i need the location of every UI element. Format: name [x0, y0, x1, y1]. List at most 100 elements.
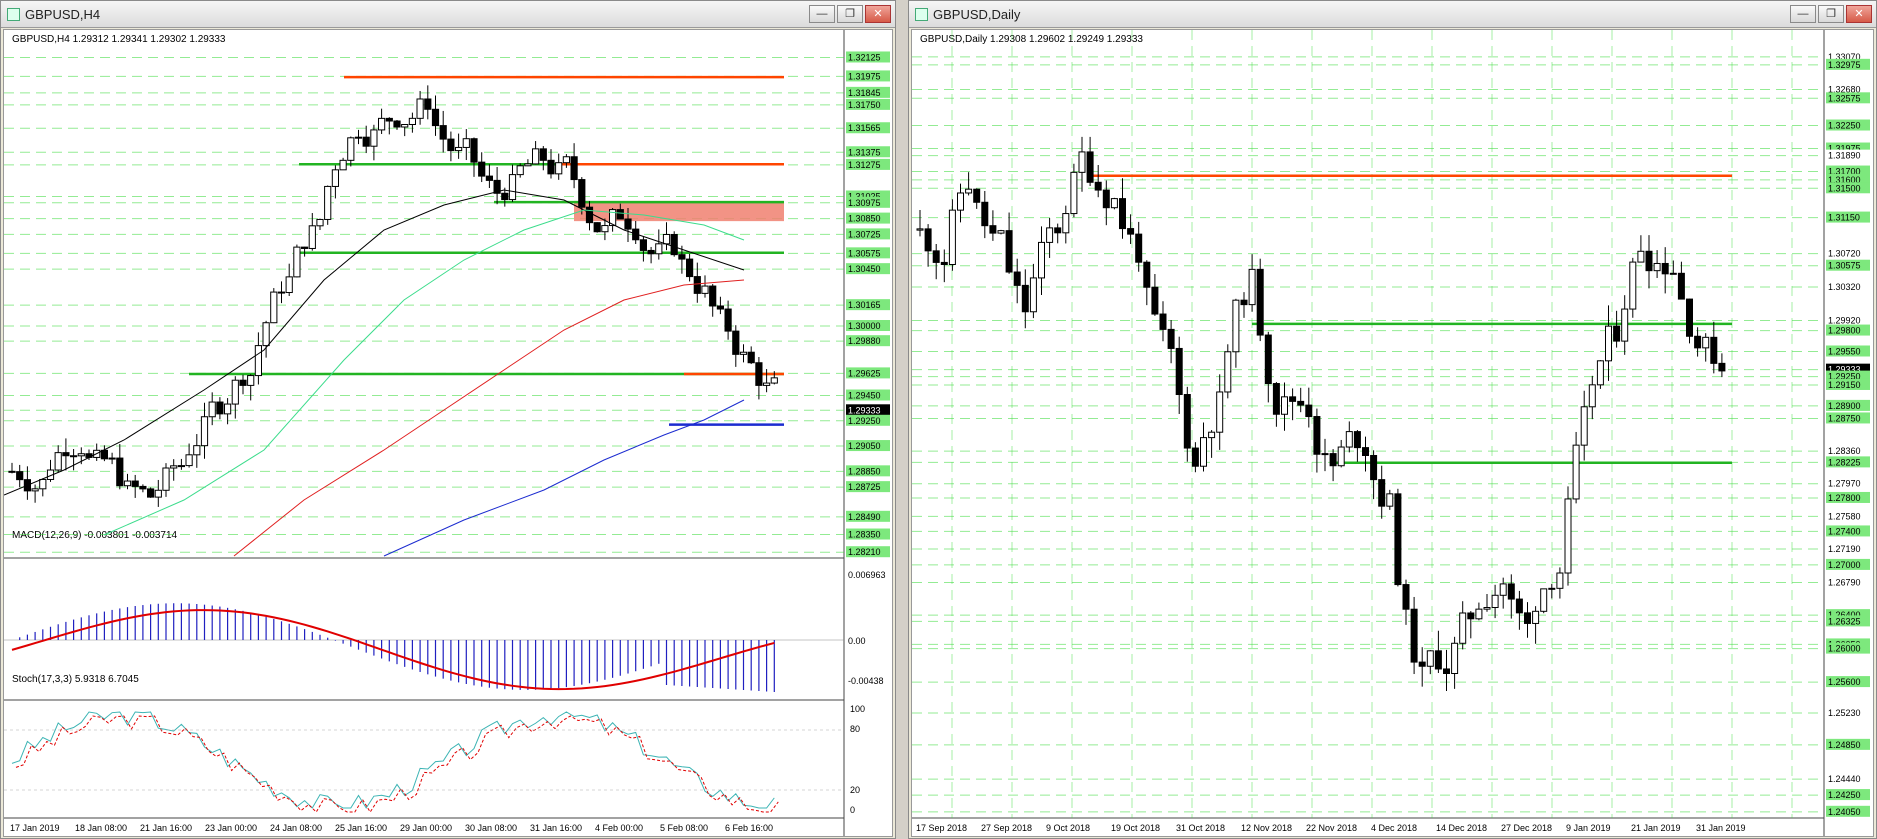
- candle-body: [1532, 610, 1540, 624]
- candle-body: [924, 228, 932, 252]
- time-axis-label: 17 Sep 2018: [916, 823, 967, 833]
- candle-body: [455, 146, 463, 152]
- macd-axis-label: 0.00: [848, 636, 866, 646]
- price-axis-label: 1.29050: [848, 441, 881, 451]
- candle-body: [116, 457, 124, 487]
- price-axis-label: 1.29920: [1828, 316, 1861, 326]
- candle-body: [662, 233, 671, 245]
- price-axis-label: 1.24850: [1828, 740, 1861, 750]
- candle-body: [1337, 446, 1345, 467]
- candle-body: [347, 137, 355, 161]
- candle-body: [308, 225, 316, 249]
- candle-body: [639, 239, 647, 251]
- h4-chart-svg[interactable]: GBPUSD,H4 1.29312 1.29341 1.29302 1.2933…: [3, 30, 892, 836]
- candle-body: [732, 330, 740, 355]
- time-axis-label: 17 Jan 2019: [10, 823, 60, 833]
- time-axis-label: 14 Dec 2018: [1436, 823, 1487, 833]
- candle-body: [470, 138, 478, 163]
- price-axis-label: 1.28360: [1828, 446, 1861, 456]
- h4-window-titlebar[interactable]: GBPUSD,H4 — ❐ ✕: [1, 1, 895, 28]
- candle-body: [401, 123, 409, 128]
- candle-body: [270, 291, 278, 324]
- candle-body: [1200, 437, 1207, 467]
- time-axis-label: 4 Feb 00:00: [595, 823, 643, 833]
- minimize-button[interactable]: —: [1790, 5, 1816, 23]
- close-button[interactable]: ✕: [865, 5, 891, 23]
- daily-chart-window[interactable]: GBPUSD,Daily — ❐ ✕ GBPUSD,Daily 1.29308 …: [908, 0, 1877, 839]
- price-axis-label: 1.27580: [1828, 511, 1861, 521]
- candle-body: [601, 225, 609, 233]
- price-axis-label: 1.29150: [1828, 380, 1861, 390]
- candle-body: [516, 165, 524, 176]
- candle-body: [1321, 453, 1329, 456]
- candle-body: [1005, 230, 1013, 273]
- h4-chart-window[interactable]: GBPUSD,H4 — ❐ ✕ GBPUSD,H4 1.29312 1.2934…: [0, 0, 896, 839]
- candle-body: [670, 233, 678, 256]
- candle-body: [647, 249, 655, 255]
- price-axis-label: 1.29550: [1828, 346, 1861, 356]
- candle-body: [678, 254, 686, 260]
- candle-body: [624, 218, 632, 230]
- stoch-header: Stoch(17,3,3) 5.9318 6.7045: [12, 674, 139, 685]
- price-axis-label: 1.32575: [1828, 93, 1861, 103]
- candle-body: [532, 148, 540, 165]
- candle-body: [408, 117, 416, 125]
- candle-body: [54, 452, 62, 471]
- candle-body: [1370, 455, 1378, 481]
- candle-body: [1353, 431, 1361, 449]
- close-button[interactable]: ✕: [1846, 5, 1872, 23]
- stoch-axis-label: 80: [850, 724, 860, 734]
- price-axis-label: 1.30320: [1828, 282, 1861, 292]
- candle-body: [1135, 233, 1143, 263]
- ma-green: [103, 209, 745, 536]
- candle-body: [593, 222, 601, 233]
- price-axis-label: 1.32975: [1828, 60, 1861, 70]
- candle-body: [277, 291, 286, 294]
- candle-body: [378, 117, 386, 131]
- maximize-button[interactable]: ❐: [1818, 5, 1844, 23]
- price-axis-label: 1.29880: [848, 336, 881, 346]
- price-axis-label: 1.30725: [848, 229, 881, 239]
- price-axis-label: 1.30165: [848, 300, 881, 310]
- time-axis-label: 19 Oct 2018: [1111, 823, 1160, 833]
- candle-body: [123, 480, 132, 487]
- price-axis-label: 1.28900: [1828, 401, 1861, 411]
- candle-body: [1345, 431, 1353, 448]
- price-axis-label: 1.25230: [1828, 708, 1861, 718]
- candle-body: [108, 457, 116, 460]
- price-axis-label: 1.25600: [1828, 677, 1861, 687]
- candle-body: [1540, 588, 1548, 612]
- price-axis-label: 1.31275: [848, 160, 881, 170]
- candle-body: [1167, 328, 1175, 349]
- maximize-button[interactable]: ❐: [837, 5, 863, 23]
- candle-body: [293, 246, 301, 278]
- time-axis-label: 18 Jan 08:00: [75, 823, 127, 833]
- daily-chart-svg[interactable]: GBPUSD,Daily 1.29308 1.29602 1.29249 1.2…: [912, 30, 1873, 836]
- time-axis-label: 21 Jan 16:00: [140, 823, 192, 833]
- candle-body: [1718, 362, 1726, 372]
- daily-window-titlebar[interactable]: GBPUSD,Daily — ❐ ✕: [909, 1, 1876, 28]
- candle-body: [1621, 308, 1629, 342]
- candle-body: [1110, 198, 1118, 209]
- stoch-main-line: [11, 711, 775, 809]
- candle-body: [1548, 587, 1556, 590]
- time-axis-label: 9 Jan 2019: [1566, 823, 1611, 833]
- minimize-button[interactable]: —: [809, 5, 835, 23]
- daily-chart-canvas[interactable]: GBPUSD,Daily 1.29308 1.29602 1.29249 1.2…: [911, 29, 1874, 837]
- candle-body: [524, 163, 532, 167]
- candle-body: [1564, 498, 1572, 574]
- price-axis-label: 1.31565: [848, 123, 881, 133]
- h4-chart-canvas[interactable]: GBPUSD,H4 1.29312 1.29341 1.29302 1.2933…: [3, 29, 893, 837]
- candle-body: [1264, 334, 1272, 385]
- chart-window-icon: [7, 8, 20, 21]
- time-axis-label: 31 Jan 16:00: [530, 823, 582, 833]
- candle-body: [1094, 181, 1102, 191]
- price-axis-label: 1.27970: [1828, 479, 1861, 489]
- candle-body: [1029, 277, 1037, 313]
- price-axis-label: 1.24050: [1828, 807, 1861, 817]
- candle-body: [70, 455, 78, 458]
- supply-zone: [574, 200, 784, 222]
- time-axis-label: 4 Dec 2018: [1371, 823, 1417, 833]
- candle-body: [1329, 453, 1337, 467]
- candle-body: [1216, 391, 1224, 433]
